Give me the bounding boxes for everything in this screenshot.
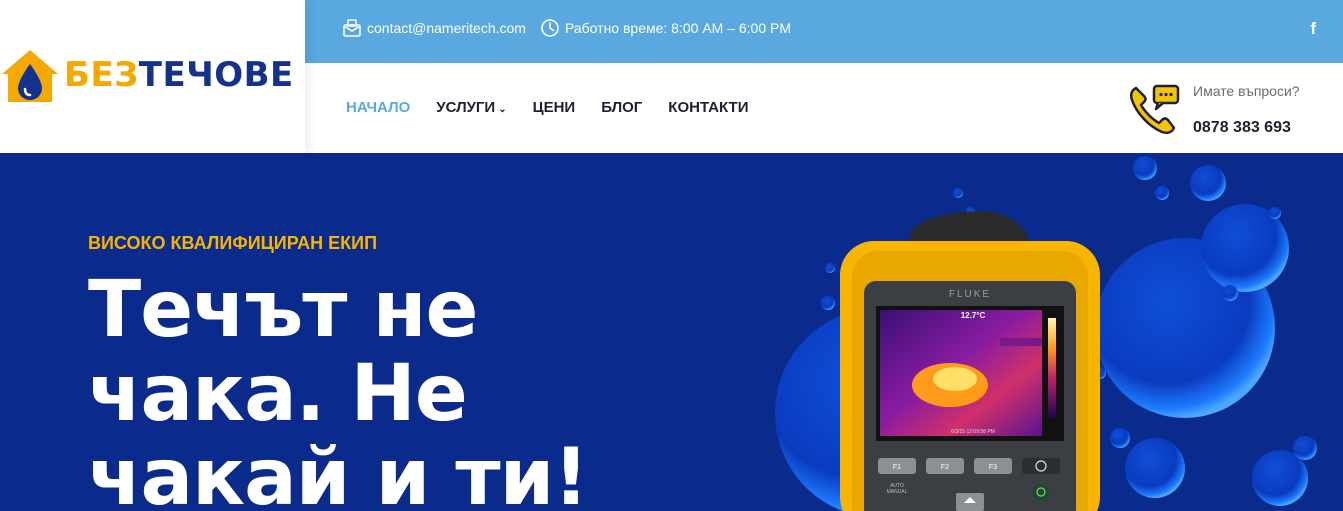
header-contact[interactable]: Имате въпроси? 0878 383 693 [1128,80,1338,140]
device-brand-label: FLUKE [949,289,991,300]
email-link[interactable]: contact@nameritech.com [342,18,526,38]
envelope-icon [343,19,361,37]
site-logo[interactable]: БЕЗТЕЧОВЕ [0,44,294,106]
nav-item-blog[interactable]: БЛОГ [601,99,642,116]
clock-icon [541,19,559,37]
nav-item-prices[interactable]: ЦЕНИ [533,99,576,116]
logo-text-part2: ТЕЧОВЕ [138,55,294,95]
logo-text: БЕЗТЕЧОВЕ [64,55,294,95]
top-bar: contact@nameritech.com Работно време: 8:… [305,0,1343,63]
device-temp-readout: 12.7°C [961,311,986,320]
facebook-icon[interactable]: f [1310,19,1316,39]
hours-text: Работно време: 8:00 AM – 6:00 PM [565,20,792,36]
contact-phone[interactable]: 0878 383 693 [1193,119,1291,137]
logo-text-part1: БЕЗ [64,55,139,95]
main-navbar: НАЧАЛО УСЛУГИ ⌄ ЦЕНИ БЛОГ КОНТАКТИ Имате … [305,63,1343,153]
nav-item-contacts[interactable]: КОНТАКТИ [668,99,748,116]
svg-text:MANUAL: MANUAL [887,489,908,495]
hero-section: ВИСОКО КВАЛИФИЦИРАН ЕКИП Течът не чака. … [0,153,1343,511]
svg-text:F1: F1 [893,464,901,471]
nav-item-services-label: УСЛУГИ [436,99,496,116]
svg-text:F2: F2 [941,464,949,471]
hero-headline: Течът не чака. Не чакай и ти! [88,265,589,511]
contact-question: Имате въпроси? [1193,83,1300,99]
email-text: contact@nameritech.com [367,20,526,36]
thermal-camera-image: FLUKE 12.7°C 6/3/15 12:09:58 PM F1 F2 F3… [775,156,1317,511]
svg-text:F3: F3 [989,464,997,471]
working-hours: Работно време: 8:00 AM – 6:00 PM [540,18,791,38]
house-drop-icon [2,50,58,102]
main-nav: НАЧАЛО УСЛУГИ ⌄ ЦЕНИ БЛОГ КОНТАКТИ [346,99,748,116]
hero-kicker: ВИСОКО КВАЛИФИЦИРАН ЕКИП [88,233,378,253]
nav-item-home[interactable]: НАЧАЛО [346,99,410,116]
chevron-down-icon: ⌄ [498,104,507,115]
logo-area: БЕЗТЕЧОВЕ [0,0,305,153]
device-date-time: 6/3/15 12:09:58 PM [951,429,995,435]
phone-chat-icon [1129,84,1180,135]
nav-item-services[interactable]: УСЛУГИ ⌄ [436,99,506,116]
